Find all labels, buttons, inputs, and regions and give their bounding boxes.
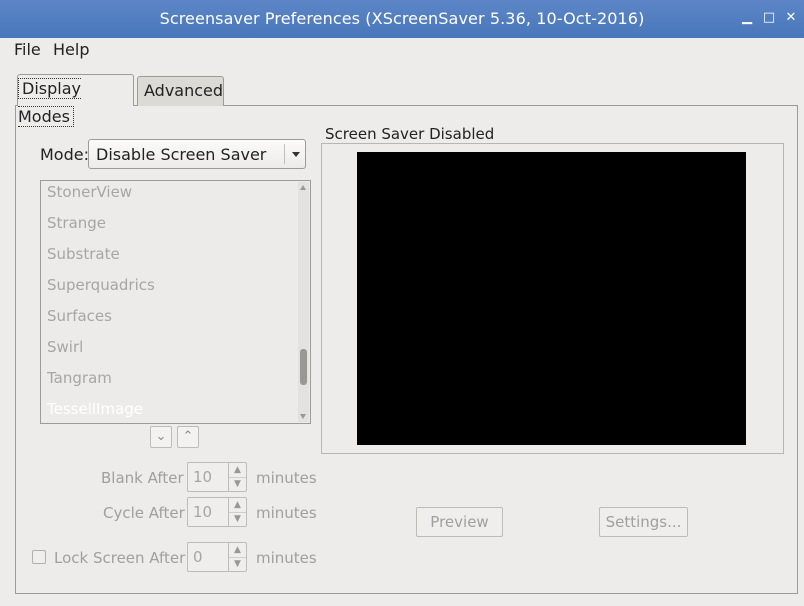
menu-help[interactable]: Help (53, 40, 89, 59)
chevron-down-icon[interactable]: ▼ (229, 557, 246, 571)
blank-after-label: Blank After (101, 469, 184, 487)
lock-screen-label[interactable]: Lock Screen After (54, 549, 185, 567)
preview-button[interactable]: Preview (416, 507, 503, 537)
chevron-down-icon[interactable]: ▼ (229, 512, 246, 526)
title-bar[interactable]: Screensaver Preferences (XScreenSaver 5.… (0, 0, 804, 38)
chevron-down-icon[interactable]: ▼ (229, 477, 246, 491)
cycle-after-unit: minutes (256, 504, 317, 522)
cycle-after-label: Cycle After (103, 504, 185, 522)
list-scrollbar[interactable] (298, 182, 309, 422)
chevron-up-icon[interactable]: ▲ (229, 463, 246, 478)
tab-display-modes-label: Display Modes (18, 78, 81, 127)
dropdown-separator (284, 144, 285, 164)
list-item[interactable]: Surfaces (47, 307, 112, 325)
tab-advanced[interactable]: Advanced (137, 76, 224, 106)
list-item[interactable]: StonerView (47, 183, 132, 201)
list-item[interactable]: Strange (47, 214, 106, 232)
lock-screen-unit: minutes (256, 549, 317, 567)
list-item[interactable]: Swirl (47, 338, 83, 356)
close-icon[interactable]: ✕ (783, 10, 799, 26)
settings-button[interactable]: Settings... (599, 507, 688, 537)
cycle-after-spinbox[interactable]: 10 ▲ ▼ (187, 497, 247, 527)
window-title: Screensaver Preferences (XScreenSaver 5.… (159, 9, 645, 28)
xscreensaver-window: Screensaver Preferences (XScreenSaver 5.… (0, 0, 804, 606)
cycle-after-value: 10 (193, 503, 213, 521)
screensaver-list[interactable]: StonerView Strange Substrate Superquadri… (40, 180, 311, 424)
menu-file[interactable]: File (14, 40, 41, 59)
list-item[interactable]: Superquadrics (47, 276, 155, 294)
chevron-up-icon[interactable]: ▲ (229, 543, 246, 558)
scroll-down-icon[interactable] (300, 414, 306, 419)
previous-mode-button[interactable]: ⌃ (177, 426, 199, 448)
list-item[interactable]: Substrate (47, 245, 120, 263)
blank-after-spinbox[interactable]: 10 ▲ ▼ (187, 462, 247, 492)
chevron-up-icon[interactable]: ▲ (229, 498, 246, 513)
lock-screen-checkbox[interactable] (32, 550, 46, 564)
lock-screen-value: 0 (193, 548, 203, 566)
blank-after-unit: minutes (256, 469, 317, 487)
screensaver-preview (357, 152, 746, 445)
minimize-icon[interactable]: ▁ (739, 10, 755, 26)
menu-bar: File Help (0, 38, 804, 64)
mode-dropdown-value: Disable Screen Saver (96, 145, 267, 164)
tab-display-modes[interactable]: Display Modes (17, 74, 134, 127)
maximize-icon[interactable]: □ (761, 10, 777, 26)
blank-after-value: 10 (193, 468, 213, 486)
list-item-selected[interactable]: TessellImage (47, 400, 143, 418)
lock-screen-spinbox[interactable]: 0 ▲ ▼ (187, 542, 247, 572)
chevron-down-icon (292, 152, 300, 157)
next-mode-button[interactable]: ⌄ (150, 426, 172, 448)
mode-label: Mode: (40, 145, 89, 164)
mode-dropdown[interactable]: Disable Screen Saver (88, 139, 306, 169)
preview-frame-label: Screen Saver Disabled (325, 125, 497, 144)
list-item[interactable]: Tangram (47, 369, 112, 387)
tab-advanced-label: Advanced (144, 81, 224, 100)
scroll-up-icon[interactable] (300, 185, 306, 190)
scrollbar-thumb[interactable] (300, 349, 307, 385)
